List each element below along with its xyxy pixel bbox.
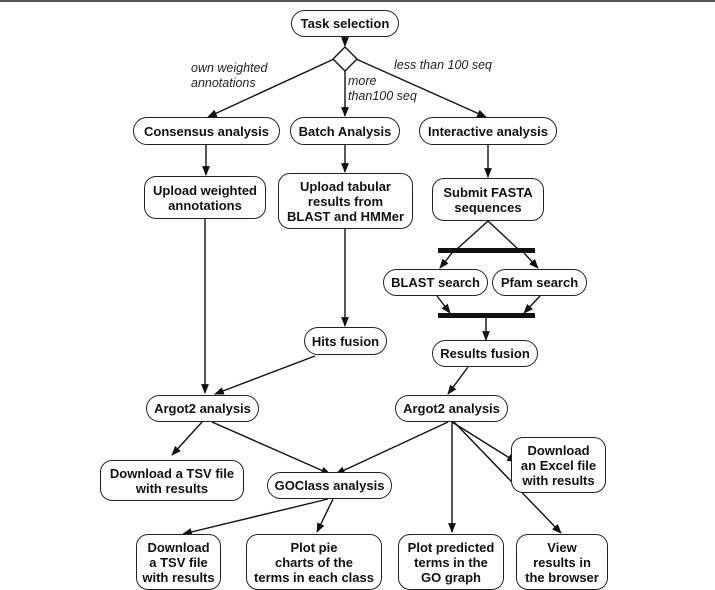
fork-bar — [438, 248, 535, 253]
decision-diamond — [332, 46, 358, 72]
node-download-excel: Download an Excel file with results — [511, 437, 606, 493]
edge-submit-to-fork-a — [456, 220, 489, 250]
node-interactive-analysis: Interactive analysis — [419, 117, 557, 145]
edge-hits-to-argot — [214, 355, 316, 395]
label-more-than-100: more than100 seq — [348, 74, 417, 103]
node-download-tsv-left: Download a TSV file with results — [100, 460, 244, 501]
node-upload-tabular: Upload tabular results from BLAST and HM… — [278, 173, 413, 229]
node-consensus-analysis: Consensus analysis — [133, 117, 280, 145]
edge-goclass-to-tsv — [182, 498, 329, 536]
node-submit-fasta: Submit FASTA sequences — [432, 178, 544, 221]
edge-results-to-argot — [447, 366, 469, 395]
node-results-fusion: Results fusion — [432, 340, 538, 367]
node-view-browser: View results in the browser — [516, 534, 608, 590]
label-own-weighted: own weighted annotations — [191, 61, 268, 90]
edge-pfam-to-join — [523, 295, 541, 314]
node-plot-go-graph: Plot predicted terms in the GO graph — [398, 534, 504, 590]
label-less-than-100: less than 100 seq — [394, 58, 492, 72]
edge-blast-to-join — [436, 295, 451, 314]
node-download-tsv-bottom: Download a TSV file with results — [136, 534, 221, 590]
edge-fork-to-blast — [439, 252, 453, 269]
edge-argot-left-to-tsv — [171, 421, 203, 456]
edge-argot-right-to-goclass — [335, 421, 449, 475]
node-argot2-right: Argot2 analysis — [395, 395, 508, 422]
edge-submit-to-fork-b — [487, 220, 519, 250]
edge-argot-right-to-excel — [451, 421, 517, 463]
node-pfam-search: Pfam search — [492, 269, 587, 296]
node-upload-weighted: Upload weighted annotations — [144, 176, 266, 219]
node-task-selection: Task selection — [291, 10, 399, 37]
node-batch-analysis: Batch Analysis — [290, 117, 400, 145]
node-hits-fusion: Hits fusion — [304, 327, 387, 355]
edge-fork-to-pfam — [523, 252, 539, 269]
node-plot-pie: Plot pie charts of the terms in each cla… — [246, 534, 382, 590]
node-blast-search: BLAST search — [383, 269, 488, 296]
node-goclass-analysis: GOClass analysis — [267, 472, 392, 499]
edge-goclass-to-pie — [316, 498, 334, 533]
join-bar — [438, 313, 535, 318]
node-argot2-left: Argot2 analysis — [146, 395, 259, 422]
